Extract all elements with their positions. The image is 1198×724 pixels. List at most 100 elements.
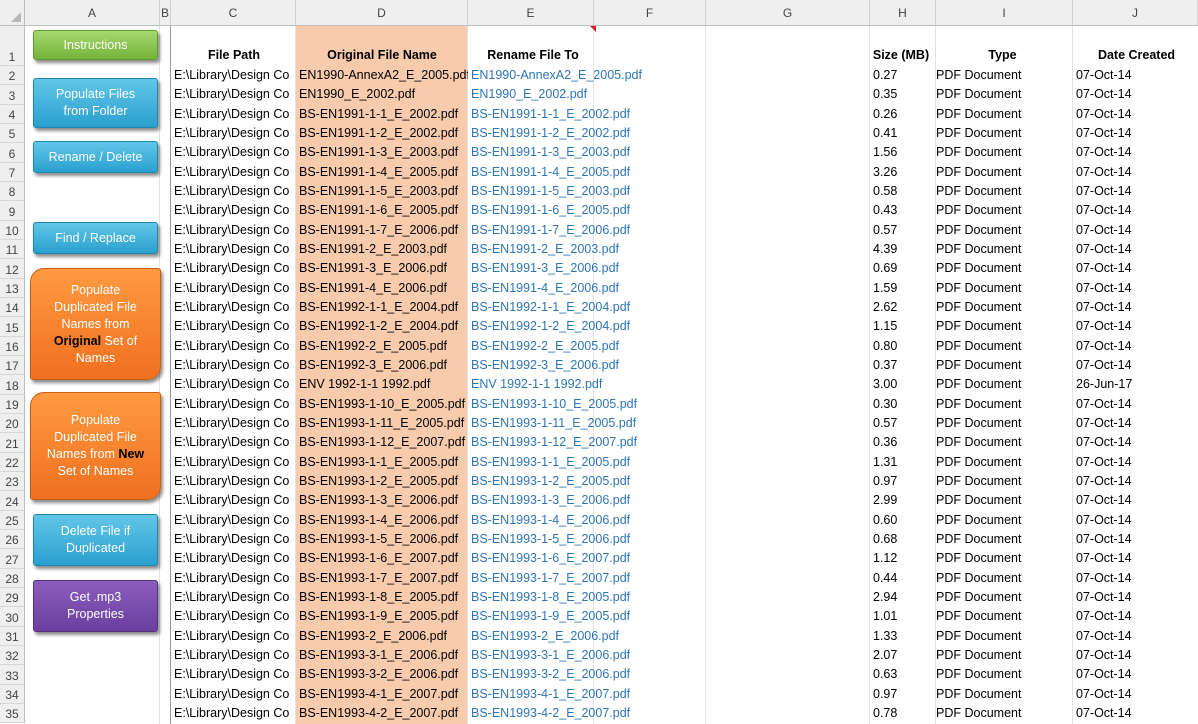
find-replace-button[interactable]: Find / Replace — [33, 222, 158, 254]
cell-size[interactable]: 0.60 — [870, 511, 936, 530]
cell-file-path[interactable]: E:\Library\Design Co — [171, 163, 296, 182]
row-header-16[interactable]: 16 — [0, 336, 25, 356]
row-header-24[interactable]: 24 — [0, 491, 25, 511]
cell-date[interactable]: 07-Oct-14 — [1073, 511, 1198, 530]
cell-file-path[interactable]: E:\Library\Design Co — [171, 375, 296, 394]
header-type[interactable]: Type — [935, 46, 1070, 65]
cell-rename-to[interactable]: BS-EN1992-1-1_E_2004.pdf — [468, 298, 698, 317]
cell-rename-to[interactable]: BS-EN1991-1-6_E_2005.pdf — [468, 201, 698, 220]
cell-file-path[interactable]: E:\Library\Design Co — [171, 317, 296, 336]
cell-date[interactable]: 07-Oct-14 — [1073, 607, 1198, 626]
cell-original-name[interactable]: BS-EN1993-2_E_2006.pdf — [296, 627, 468, 646]
cell-date[interactable]: 07-Oct-14 — [1073, 588, 1198, 607]
column-header-d[interactable]: D — [296, 0, 468, 26]
cell-file-path[interactable]: E:\Library\Design Co — [171, 530, 296, 549]
rename-delete-button[interactable]: Rename / Delete — [33, 141, 158, 173]
cell-rename-to[interactable]: BS-EN1991-1-1_E_2002.pdf — [468, 105, 698, 124]
cell-original-name[interactable]: EN1990_E_2002.pdf — [296, 85, 468, 104]
cell-size[interactable]: 0.27 — [870, 66, 936, 85]
cell-original-name[interactable]: BS-EN1993-1-11_E_2005.pdf — [296, 414, 468, 433]
cell-date[interactable]: 07-Oct-14 — [1073, 472, 1198, 491]
cell-file-path[interactable]: E:\Library\Design Co — [171, 704, 296, 723]
cell-file-path[interactable]: E:\Library\Design Co — [171, 472, 296, 491]
cell-type[interactable]: PDF Document — [933, 124, 1073, 143]
cell-file-path[interactable]: E:\Library\Design Co — [171, 395, 296, 414]
cell-rename-to[interactable]: BS-EN1993-1-6_E_2007.pdf — [468, 549, 698, 568]
cell-size[interactable]: 0.37 — [870, 356, 936, 375]
cell-original-name[interactable]: BS-EN1993-1-3_E_2006.pdf — [296, 491, 468, 510]
cell-type[interactable]: PDF Document — [933, 356, 1073, 375]
cell-rename-to[interactable]: EN1990-AnnexA2_E_2005.pdf — [468, 66, 698, 85]
cell-type[interactable]: PDF Document — [933, 607, 1073, 626]
cell-original-name[interactable]: BS-EN1993-4-1_E_2007.pdf — [296, 685, 468, 704]
row-header-27[interactable]: 27 — [0, 549, 25, 569]
cell-date[interactable]: 07-Oct-14 — [1073, 317, 1198, 336]
cell-original-name[interactable]: BS-EN1992-2_E_2005.pdf — [296, 337, 468, 356]
cell-file-path[interactable]: E:\Library\Design Co — [171, 298, 296, 317]
cell-date[interactable]: 07-Oct-14 — [1073, 665, 1198, 684]
cell-size[interactable]: 3.26 — [870, 163, 936, 182]
cell-rename-to[interactable]: BS-EN1993-1-10_E_2005.pdf — [468, 395, 698, 414]
cell-rename-to[interactable]: BS-EN1993-3-2_E_2006.pdf — [468, 665, 698, 684]
row-header-13[interactable]: 13 — [0, 278, 25, 298]
cell-type[interactable]: PDF Document — [933, 66, 1073, 85]
cell-original-name[interactable]: BS-EN1992-1-1_E_2004.pdf — [296, 298, 468, 317]
row-header-21[interactable]: 21 — [0, 433, 25, 453]
populate-duplicated-new-button[interactable]: Populate Duplicated File Names from New … — [30, 392, 161, 500]
cell-date[interactable]: 07-Oct-14 — [1073, 279, 1198, 298]
cell-size[interactable]: 2.99 — [870, 491, 936, 510]
header-rename-file-to[interactable]: Rename File To — [468, 46, 598, 65]
cell-rename-to[interactable]: BS-EN1991-1-4_E_2005.pdf — [468, 163, 698, 182]
cell-original-name[interactable]: BS-EN1993-1-8_E_2005.pdf — [296, 588, 468, 607]
cell-file-path[interactable]: E:\Library\Design Co — [171, 337, 296, 356]
cell-size[interactable]: 0.44 — [870, 569, 936, 588]
cell-type[interactable]: PDF Document — [933, 491, 1073, 510]
cell-size[interactable]: 1.15 — [870, 317, 936, 336]
row-header-14[interactable]: 14 — [0, 297, 25, 318]
cell-date[interactable]: 07-Oct-14 — [1073, 124, 1198, 143]
cell-type[interactable]: PDF Document — [933, 704, 1073, 723]
cell-rename-to[interactable]: BS-EN1993-1-9_E_2005.pdf — [468, 607, 698, 626]
cell-original-name[interactable]: BS-EN1992-1-2_E_2004.pdf — [296, 317, 468, 336]
cell-file-path[interactable]: E:\Library\Design Co — [171, 201, 296, 220]
cell-rename-to[interactable]: BS-EN1993-1-11_E_2005.pdf — [468, 414, 698, 433]
row-header-18[interactable]: 18 — [0, 375, 25, 395]
cell-original-name[interactable]: BS-EN1993-1-12_E_2007.pdf — [296, 433, 468, 452]
cell-file-path[interactable]: E:\Library\Design Co — [171, 182, 296, 201]
cell-rename-to[interactable]: BS-EN1993-1-7_E_2007.pdf — [468, 569, 698, 588]
cell-type[interactable]: PDF Document — [933, 685, 1073, 704]
row-header-19[interactable]: 19 — [0, 394, 25, 414]
cell-type[interactable]: PDF Document — [933, 375, 1073, 394]
select-all-corner[interactable] — [0, 0, 25, 26]
cell-original-name[interactable]: BS-EN1991-2_E_2003.pdf — [296, 240, 468, 259]
cell-date[interactable]: 07-Oct-14 — [1073, 240, 1198, 259]
cell-size[interactable]: 0.97 — [870, 472, 936, 491]
cell-type[interactable]: PDF Document — [933, 298, 1073, 317]
cell-size[interactable]: 1.12 — [870, 549, 936, 568]
cell-size[interactable]: 0.80 — [870, 337, 936, 356]
cell-file-path[interactable]: E:\Library\Design Co — [171, 124, 296, 143]
cell-original-name[interactable]: BS-EN1993-1-5_E_2006.pdf — [296, 530, 468, 549]
cell-file-path[interactable]: E:\Library\Design Co — [171, 85, 296, 104]
row-header-1[interactable]: 1 — [0, 26, 25, 66]
cell-size[interactable]: 2.94 — [870, 588, 936, 607]
cell-type[interactable]: PDF Document — [933, 337, 1073, 356]
cell-file-path[interactable]: E:\Library\Design Co — [171, 240, 296, 259]
cell-date[interactable]: 07-Oct-14 — [1073, 259, 1198, 278]
cell-file-path[interactable]: E:\Library\Design Co — [171, 646, 296, 665]
populate-duplicated-original-button[interactable]: Populate Duplicated File Names from Orig… — [30, 268, 161, 380]
cell-type[interactable]: PDF Document — [933, 259, 1073, 278]
row-header-29[interactable]: 29 — [0, 587, 25, 608]
column-header-c[interactable]: C — [171, 0, 296, 26]
cell-date[interactable]: 07-Oct-14 — [1073, 66, 1198, 85]
cell-size[interactable]: 0.69 — [870, 259, 936, 278]
cell-size[interactable]: 1.59 — [870, 279, 936, 298]
column-header-g[interactable]: G — [706, 0, 870, 26]
cell-rename-to[interactable]: BS-EN1991-1-3_E_2003.pdf — [468, 143, 698, 162]
cell-original-name[interactable]: BS-EN1991-1-3_E_2003.pdf — [296, 143, 468, 162]
cell-rename-to[interactable]: BS-EN1993-2_E_2006.pdf — [468, 627, 698, 646]
cell-size[interactable]: 0.57 — [870, 414, 936, 433]
cell-original-name[interactable]: BS-EN1993-1-1_E_2005.pdf — [296, 453, 468, 472]
cell-date[interactable]: 07-Oct-14 — [1073, 337, 1198, 356]
cell-original-name[interactable]: BS-EN1993-1-6_E_2007.pdf — [296, 549, 468, 568]
